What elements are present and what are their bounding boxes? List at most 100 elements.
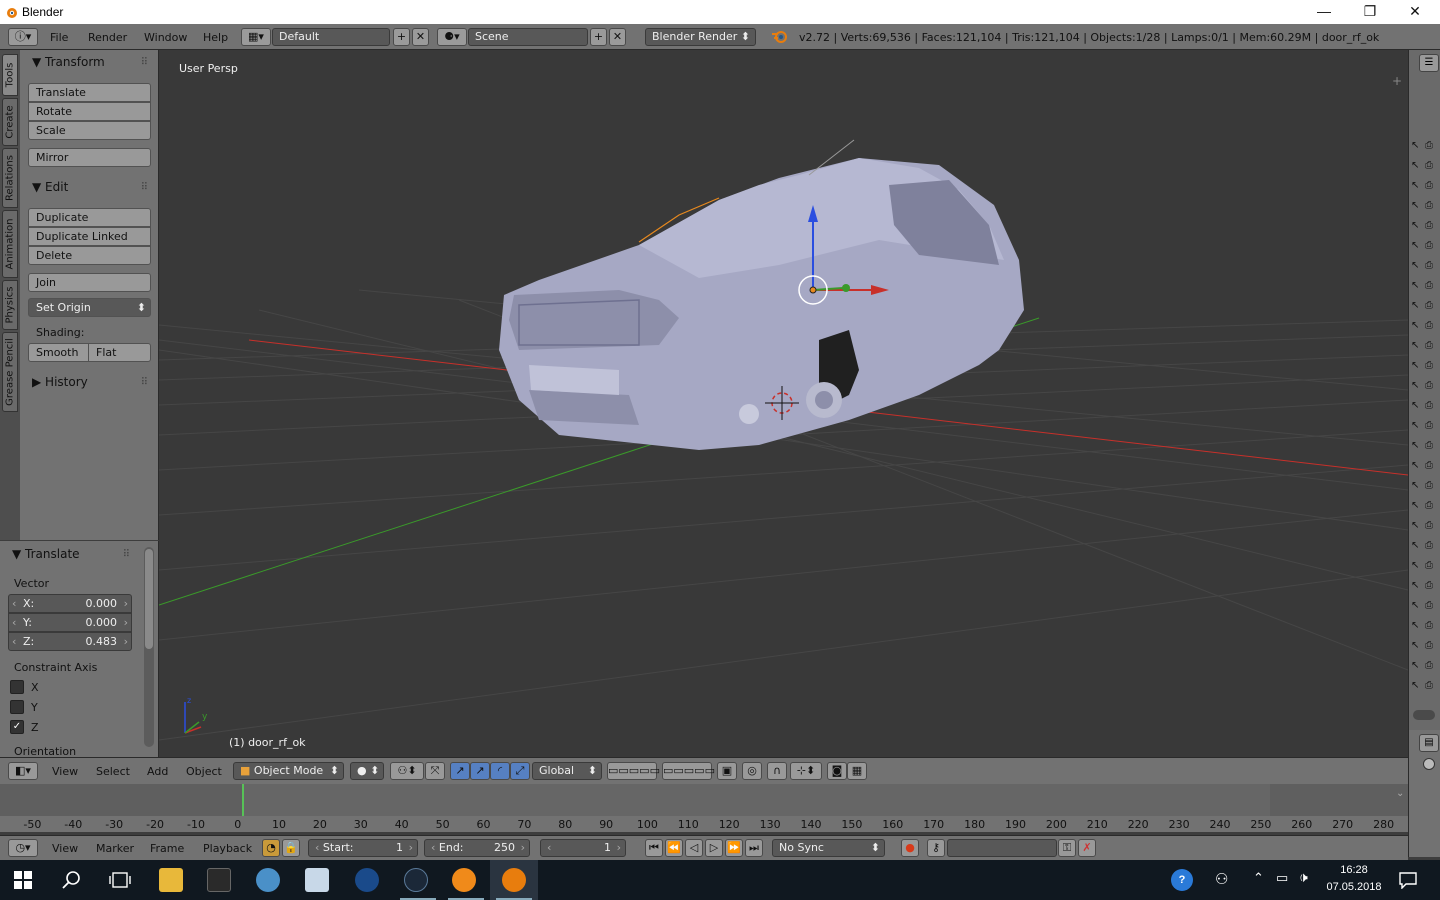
selectable-toggle-icon[interactable]: ↖ <box>1411 160 1419 171</box>
manipulator-translate-active-icon[interactable]: ↗ <box>470 762 490 780</box>
render-toggle-icon[interactable]: ⎙ <box>1425 460 1433 471</box>
jump-end-icon[interactable]: ⏭ <box>745 839 763 857</box>
drag-handle-icon[interactable]: ⠿ <box>141 182 148 193</box>
jump-keyframe-back-icon[interactable]: ⏪ <box>665 839 683 857</box>
properties-editor-icon[interactable]: ▤ <box>1419 734 1439 752</box>
render-toggle-icon[interactable]: ⎙ <box>1425 400 1433 411</box>
selectable-toggle-icon[interactable]: ↖ <box>1411 640 1419 651</box>
chevron-up-icon[interactable]: ⌃ <box>1253 870 1264 886</box>
keying-set-field[interactable] <box>947 839 1057 857</box>
drag-handle-icon[interactable]: ⠿ <box>141 377 148 388</box>
selectable-toggle-icon[interactable]: ↖ <box>1411 420 1419 431</box>
selectable-toggle-icon[interactable]: ↖ <box>1411 620 1419 631</box>
keying-set-icon[interactable]: ⚷ <box>927 839 945 857</box>
app-globe-icon[interactable] <box>256 868 280 892</box>
timeline-track[interactable] <box>0 784 1408 816</box>
duplicate-linked-button[interactable]: Duplicate Linked <box>28 227 151 246</box>
selectable-toggle-icon[interactable]: ↖ <box>1411 600 1419 611</box>
current-frame-field[interactable]: ‹ 1 › <box>540 839 626 857</box>
smooth-button[interactable]: Smooth <box>28 343 89 362</box>
play-reverse-icon[interactable]: ◁ <box>685 839 703 857</box>
task-view-icon[interactable] <box>109 870 131 890</box>
selectable-toggle-icon[interactable]: ↖ <box>1411 540 1419 551</box>
menu-help[interactable]: Help <box>203 31 228 44</box>
remove-scene-icon[interactable]: ✕ <box>609 28 626 46</box>
calculator-icon[interactable] <box>207 868 231 892</box>
insert-keyframe-icon[interactable]: ⚿ <box>1058 839 1076 857</box>
editor-type-info-icon[interactable]: ⓘ▾ <box>8 28 38 46</box>
car-model[interactable] <box>499 139 1024 450</box>
drag-handle-icon[interactable]: ⠿ <box>123 549 130 560</box>
layer-lock-icon[interactable]: ▣ <box>717 762 737 780</box>
maximize-button[interactable]: ❐ <box>1347 2 1393 22</box>
menu-add[interactable]: Add <box>147 765 168 778</box>
vector-z-field[interactable]: ‹ Z: 0.483 › <box>8 632 132 651</box>
outliner-editor-icon[interactable]: ☰ <box>1419 54 1439 72</box>
render-toggle-icon[interactable]: ⎙ <box>1425 220 1433 231</box>
selectable-toggle-icon[interactable]: ↖ <box>1411 660 1419 671</box>
join-button[interactable]: Join <box>28 273 151 292</box>
render-toggle-icon[interactable]: ⎙ <box>1425 480 1433 491</box>
menu-file[interactable]: File <box>50 31 68 44</box>
properties-scroll-handle[interactable] <box>1423 758 1435 770</box>
transform-panel-header[interactable]: ▼ Transform <box>32 55 105 69</box>
menu-view[interactable]: View <box>52 842 78 855</box>
render-opengl-icon[interactable]: ◙ <box>827 762 847 780</box>
scale-button[interactable]: Scale <box>28 121 151 140</box>
play-icon[interactable]: ▷ <box>705 839 723 857</box>
translate-button[interactable]: Translate <box>28 83 151 102</box>
snap-toggle-icon[interactable]: ∩ <box>767 762 787 780</box>
playhead[interactable] <box>242 784 244 816</box>
menu-frame[interactable]: Frame <box>150 842 184 855</box>
render-toggle-icon[interactable]: ⎙ <box>1425 680 1433 691</box>
file-explorer-icon[interactable] <box>159 868 183 892</box>
tab-animation[interactable]: Animation <box>2 210 18 278</box>
render-toggle-icon[interactable]: ⎙ <box>1425 240 1433 251</box>
selectable-toggle-icon[interactable]: ↖ <box>1411 340 1419 351</box>
add-scene-icon[interactable]: + <box>590 28 607 46</box>
menu-select[interactable]: Select <box>96 765 130 778</box>
selectable-toggle-icon[interactable]: ↖ <box>1411 480 1419 491</box>
tab-create[interactable]: Create <box>2 98 18 146</box>
search-icon[interactable] <box>62 870 82 890</box>
selectable-toggle-icon[interactable]: ↖ <box>1411 580 1419 591</box>
rotate-button[interactable]: Rotate <box>28 102 151 121</box>
3d-viewport[interactable]: User Persp (1) door_rf_ok z y + <box>159 50 1408 757</box>
active-app-highlight[interactable] <box>490 860 538 900</box>
steam-icon[interactable] <box>404 868 428 892</box>
selectable-toggle-icon[interactable]: ↖ <box>1411 200 1419 211</box>
scene-field[interactable]: Scene <box>468 28 588 46</box>
clock-time[interactable]: 16:28 <box>1318 864 1390 876</box>
render-engine-dropdown[interactable]: Blender Render ⬍ <box>645 28 756 46</box>
delete-keyframe-icon[interactable]: ✗ <box>1078 839 1096 857</box>
minimize-button[interactable]: — <box>1301 2 1347 22</box>
render-toggle-icon[interactable]: ⎙ <box>1425 260 1433 271</box>
notifications-icon[interactable] <box>1398 871 1418 889</box>
scene-browse-icon[interactable]: ⚈▾ <box>437 28 467 46</box>
manipulator-scale-icon[interactable]: ⤢ <box>510 762 530 780</box>
start-frame-field[interactable]: ‹ Start: 1 › <box>308 839 418 857</box>
volume-icon[interactable]: 🕩 <box>1299 869 1308 886</box>
record-icon[interactable]: ● <box>901 839 919 857</box>
screen-layout-icon[interactable]: ▦▾ <box>241 28 271 46</box>
selectable-toggle-icon[interactable]: ↖ <box>1411 460 1419 471</box>
render-toggle-icon[interactable]: ⎙ <box>1425 380 1433 391</box>
outliner-scrollbar[interactable] <box>1413 710 1435 720</box>
drag-handle-icon[interactable]: ⠿ <box>141 57 148 68</box>
layer-buttons-group-1[interactable]: ▭▭▭▭▭ <box>607 762 660 780</box>
close-button[interactable]: ✕ <box>1392 2 1438 22</box>
media-player-icon[interactable] <box>355 868 379 892</box>
preview-range-icon[interactable]: ◔ <box>262 839 280 857</box>
help-icon[interactable]: ? <box>1171 869 1193 891</box>
selectable-toggle-icon[interactable]: ↖ <box>1411 440 1419 451</box>
selectable-toggle-icon[interactable]: ↖ <box>1411 220 1419 231</box>
render-toggle-icon[interactable]: ⎙ <box>1425 280 1433 291</box>
menu-window[interactable]: Window <box>144 31 187 44</box>
render-animation-icon[interactable]: ▦ <box>847 762 867 780</box>
editor-type-3d-icon[interactable]: ◧▾ <box>8 762 38 780</box>
selectable-toggle-icon[interactable]: ↖ <box>1411 240 1419 251</box>
transform-orientation-dropdown[interactable]: Global ⬍ <box>532 762 602 780</box>
vector-y-field[interactable]: ‹ Y: 0.000 › <box>8 613 132 632</box>
image-viewer-icon[interactable] <box>305 868 329 892</box>
end-frame-field[interactable]: ‹ End: 250 › <box>424 839 530 857</box>
